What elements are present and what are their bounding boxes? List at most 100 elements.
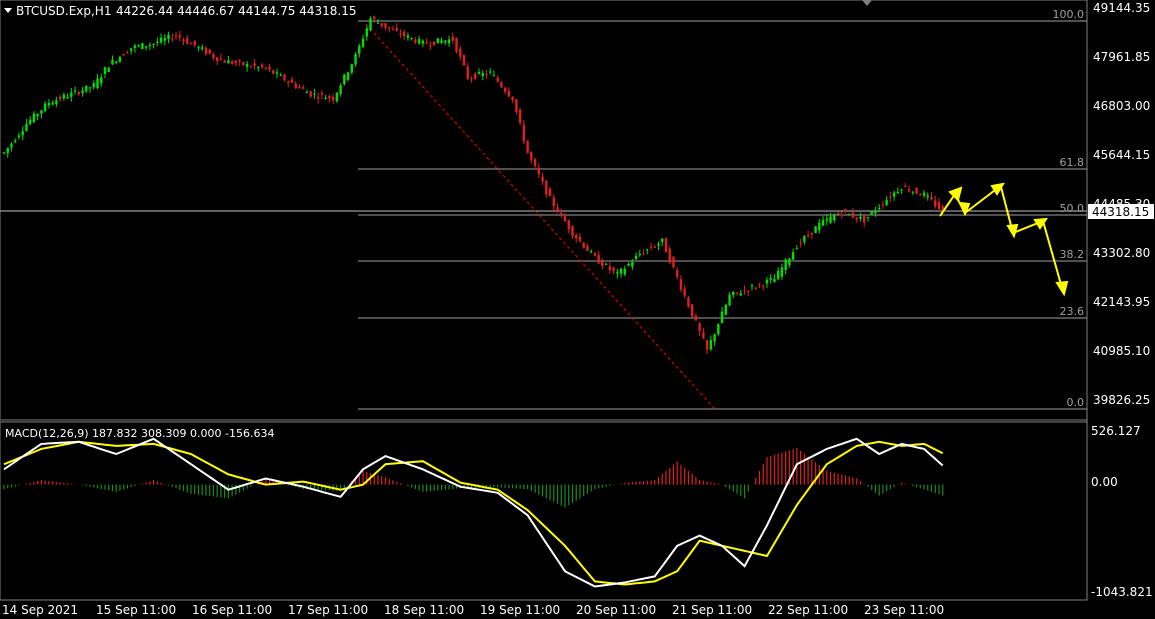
candle-body: [604, 263, 608, 265]
candle-body: [406, 35, 410, 38]
candle-body: [653, 246, 656, 248]
candle-body: [376, 22, 380, 24]
candle-body: [892, 192, 896, 197]
candle-body: [915, 187, 918, 194]
candle-body: [556, 207, 559, 213]
candle-body: [522, 124, 526, 142]
candle-body: [253, 63, 256, 66]
candle-body: [575, 235, 578, 239]
candle-body: [548, 188, 552, 197]
macd-tick: -1043.821: [1091, 585, 1153, 599]
candle-body: [395, 27, 398, 31]
candle-body: [451, 37, 454, 41]
candle-body: [137, 45, 140, 47]
candle-body: [885, 199, 888, 205]
candle-body: [836, 213, 840, 215]
candle-body: [900, 189, 903, 191]
candle-body: [818, 222, 821, 230]
price-tick: 43302.80: [1093, 246, 1150, 260]
current-price: 44318.15: [1092, 205, 1149, 219]
price-tick: 40985.10: [1093, 344, 1150, 358]
candle-body: [324, 98, 327, 100]
macd-axis: 526.127 0.00 -1043.821: [1091, 424, 1153, 599]
candle-body: [881, 204, 885, 206]
candle-body: [152, 44, 155, 46]
candle-body: [215, 57, 219, 62]
candle-body: [77, 92, 80, 95]
candle-body: [133, 45, 137, 49]
candle-body: [126, 52, 129, 54]
candle-body: [440, 40, 443, 44]
candle-body: [335, 92, 339, 102]
fib-label: 100.0: [1053, 8, 1085, 21]
candle-body: [331, 96, 335, 101]
candle-body: [429, 45, 432, 47]
candle-body: [724, 304, 728, 315]
candle-body: [851, 212, 855, 218]
price-tick: 39826.25: [1093, 393, 1150, 407]
candle-body: [369, 18, 372, 31]
candle-body: [840, 214, 843, 216]
candle-body: [754, 287, 757, 289]
candle-body: [257, 66, 260, 69]
chart-canvas[interactable]: BTCUSD.Exp,H1 44226.44 44446.67 44144.75…: [0, 0, 1155, 619]
candle-body: [245, 63, 249, 67]
candle-body: [773, 279, 776, 283]
candle-body: [500, 82, 503, 88]
fib-label: 61.8: [1060, 156, 1085, 169]
candle-body: [657, 243, 660, 246]
candle-body: [919, 194, 922, 196]
macd-tick: 0.00: [1091, 475, 1118, 489]
price-tick: 45644.15: [1093, 148, 1150, 162]
candle-body: [96, 78, 99, 88]
candle-body: [803, 236, 806, 242]
candle-body: [88, 87, 92, 89]
candle-body: [672, 256, 675, 267]
candle-body: [350, 64, 354, 73]
candle-body: [144, 46, 148, 48]
candle-body: [346, 72, 350, 80]
candle-body: [249, 66, 253, 68]
candle-body: [272, 70, 275, 74]
candle-body: [43, 103, 47, 112]
time-tick: 21 Sep 11:00: [672, 603, 752, 617]
price-tick: 46803.00: [1093, 99, 1150, 113]
candle-body: [907, 189, 911, 192]
candle-body: [930, 196, 933, 200]
candle-body: [421, 40, 425, 44]
candle-body: [36, 114, 39, 117]
candle-body: [10, 143, 13, 148]
candle-body: [687, 297, 690, 307]
candle-body: [638, 253, 641, 256]
candle-body: [668, 248, 671, 263]
candle-body: [735, 292, 739, 294]
candle-body: [765, 279, 769, 284]
candle-body: [702, 332, 705, 339]
candle-body: [55, 100, 58, 104]
candle-body: [541, 176, 544, 182]
candle-body: [511, 96, 514, 101]
candle-body: [268, 66, 271, 70]
candle-body: [799, 242, 802, 244]
fib-label: 0.0: [1067, 396, 1085, 409]
candle-body: [159, 37, 163, 43]
main-chart-frame: [0, 0, 1088, 421]
candle-body: [552, 197, 555, 207]
time-tick: 22 Sep 11:00: [768, 603, 848, 617]
candle-body: [432, 41, 436, 46]
candle-body: [863, 215, 866, 223]
time-tick: 15 Sep 11:00: [96, 603, 176, 617]
candle-body: [384, 23, 387, 28]
candle-body: [855, 217, 858, 220]
candle-body: [623, 268, 627, 275]
fib-label: 23.6: [1060, 305, 1085, 318]
candle-body: [589, 251, 593, 253]
candle-body: [616, 272, 619, 274]
candle-body: [586, 246, 589, 252]
candle-body: [743, 290, 746, 292]
candle-body: [399, 33, 402, 35]
candle-body: [197, 46, 200, 48]
candle-body: [283, 74, 286, 81]
candle-body: [877, 207, 881, 209]
candle-body: [447, 39, 451, 44]
